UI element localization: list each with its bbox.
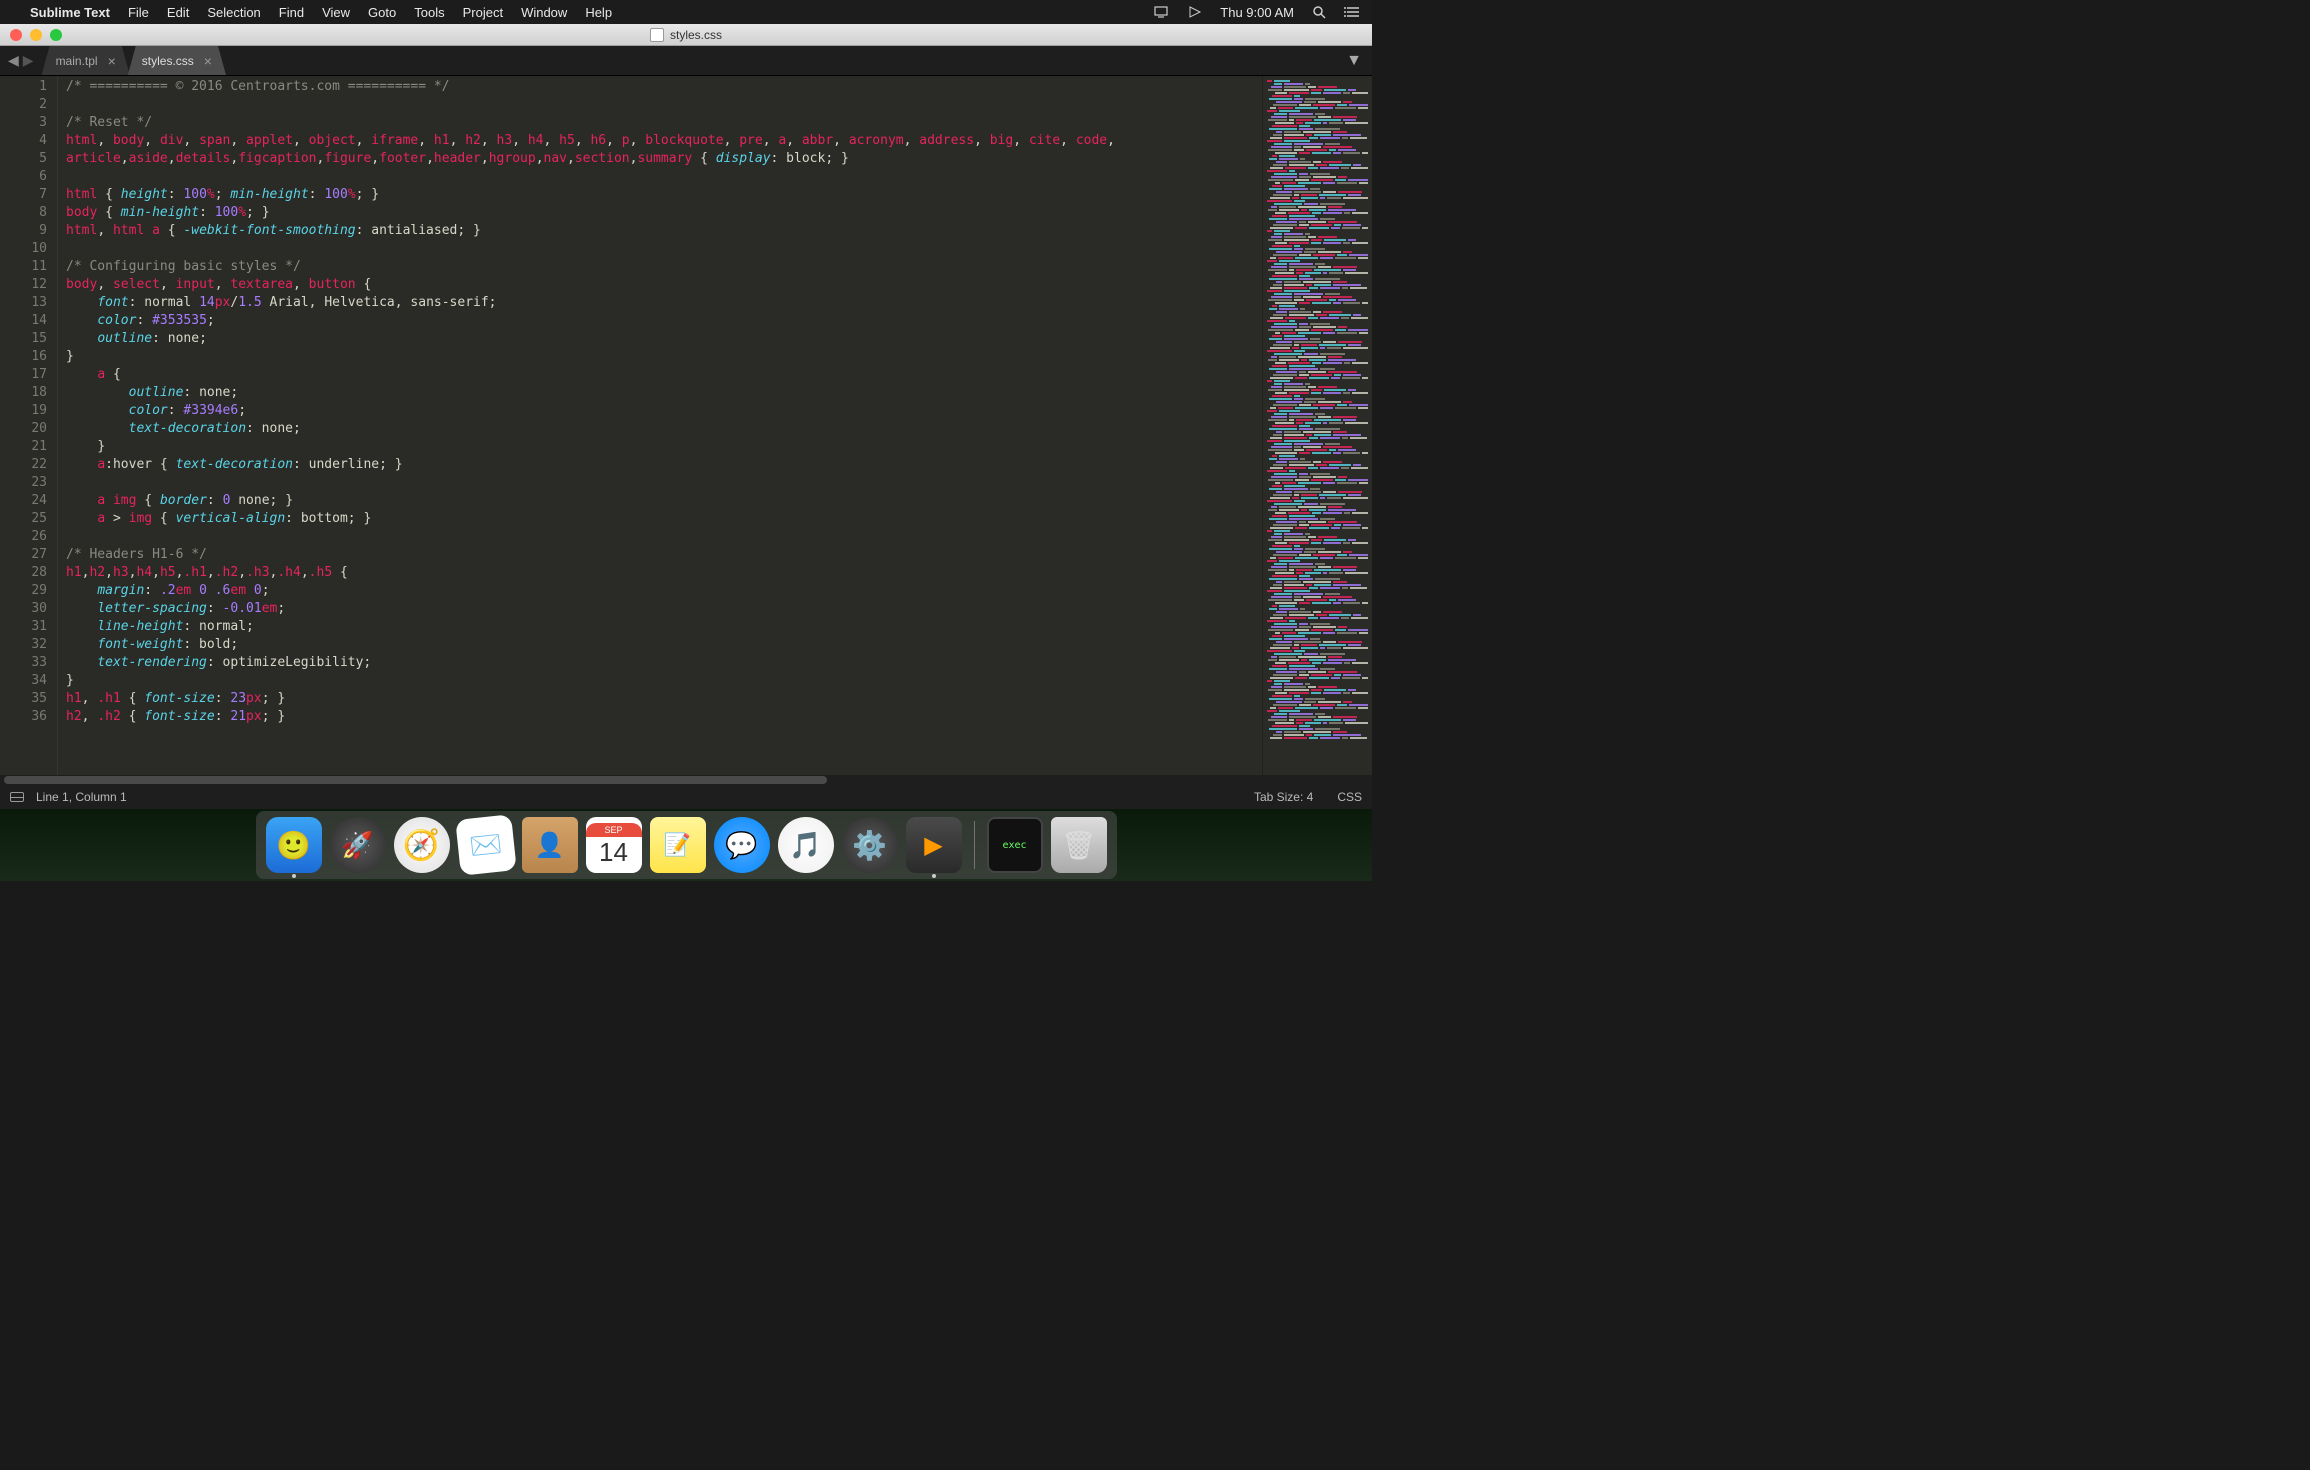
panel-toggle-icon[interactable] — [10, 792, 24, 802]
nav-forward-icon[interactable]: ▶ — [23, 52, 34, 69]
script-icon[interactable] — [1188, 5, 1202, 19]
window-minimize-button[interactable] — [30, 29, 42, 41]
dock-finder-icon[interactable] — [266, 817, 322, 873]
dock: SEP 14 — [256, 811, 1117, 879]
dock-sublime-icon[interactable] — [906, 817, 962, 873]
dock-settings-icon[interactable] — [842, 817, 898, 873]
dock-mail-icon[interactable] — [455, 814, 517, 876]
display-icon[interactable] — [1154, 6, 1170, 18]
dock-safari-icon[interactable] — [394, 817, 450, 873]
dock-messages-icon[interactable] — [714, 817, 770, 873]
dock-separator — [974, 821, 975, 869]
tab-close-icon[interactable]: × — [204, 53, 212, 69]
dock-terminal-icon[interactable] — [987, 817, 1043, 873]
menu-project[interactable]: Project — [463, 5, 503, 20]
window-maximize-button[interactable] — [50, 29, 62, 41]
menu-find[interactable]: Find — [279, 5, 304, 20]
menu-tools[interactable]: Tools — [414, 5, 444, 20]
menu-help[interactable]: Help — [585, 5, 612, 20]
file-icon — [650, 28, 664, 42]
horizontal-scrollbar[interactable] — [0, 775, 1372, 785]
tab-size-selector[interactable]: Tab Size: 4 — [1254, 790, 1313, 804]
menu-selection[interactable]: Selection — [207, 5, 260, 20]
dock-trash-icon[interactable] — [1051, 817, 1107, 873]
nav-back-icon[interactable]: ◀ — [8, 52, 19, 69]
tab-label: styles.css — [142, 54, 194, 68]
macos-menubar: Sublime Text File Edit Selection Find Vi… — [0, 0, 1372, 24]
window-close-button[interactable] — [10, 29, 22, 41]
tab-close-icon[interactable]: × — [108, 53, 116, 69]
syntax-selector[interactable]: CSS — [1337, 790, 1362, 804]
dock-itunes-icon[interactable] — [778, 817, 834, 873]
menubar-clock[interactable]: Thu 9:00 AM — [1220, 5, 1294, 20]
cursor-position[interactable]: Line 1, Column 1 — [36, 790, 127, 804]
menu-file[interactable]: File — [128, 5, 149, 20]
code-editor[interactable]: /* ========== © 2016 Centroarts.com ====… — [58, 76, 1262, 775]
dock-calendar-icon[interactable]: SEP 14 — [586, 817, 642, 873]
calendar-month: SEP — [586, 823, 642, 837]
menu-goto[interactable]: Goto — [368, 5, 396, 20]
tab-main-tpl[interactable]: main.tpl × — [42, 46, 130, 75]
dock-launchpad-icon[interactable] — [330, 817, 386, 873]
line-number-gutter: 1234567891011121314151617181920212223242… — [0, 76, 58, 775]
menu-view[interactable]: View — [322, 5, 350, 20]
statusbar: Line 1, Column 1 Tab Size: 4 CSS — [0, 785, 1372, 809]
spotlight-icon[interactable] — [1312, 5, 1326, 19]
scrollbar-thumb[interactable] — [4, 776, 827, 784]
dock-notes-icon[interactable] — [650, 817, 706, 873]
tab-styles-css[interactable]: styles.css × — [128, 46, 226, 75]
menu-window[interactable]: Window — [521, 5, 567, 20]
tab-label: main.tpl — [56, 54, 98, 68]
menu-list-icon[interactable] — [1344, 6, 1360, 18]
editor-tabbar: ◀ ▶ main.tpl × styles.css × ▼ — [0, 46, 1372, 76]
minimap[interactable] — [1262, 76, 1372, 775]
tab-overflow-icon[interactable]: ▼ — [1336, 46, 1372, 75]
app-name[interactable]: Sublime Text — [30, 5, 110, 20]
editor-area: 1234567891011121314151617181920212223242… — [0, 76, 1372, 775]
desktop: SEP 14 — [0, 809, 1372, 881]
dock-contacts-icon[interactable] — [522, 817, 578, 873]
menu-edit[interactable]: Edit — [167, 5, 189, 20]
window-titlebar: styles.css — [0, 24, 1372, 46]
window-title: styles.css — [670, 28, 722, 42]
calendar-day: 14 — [599, 837, 628, 868]
